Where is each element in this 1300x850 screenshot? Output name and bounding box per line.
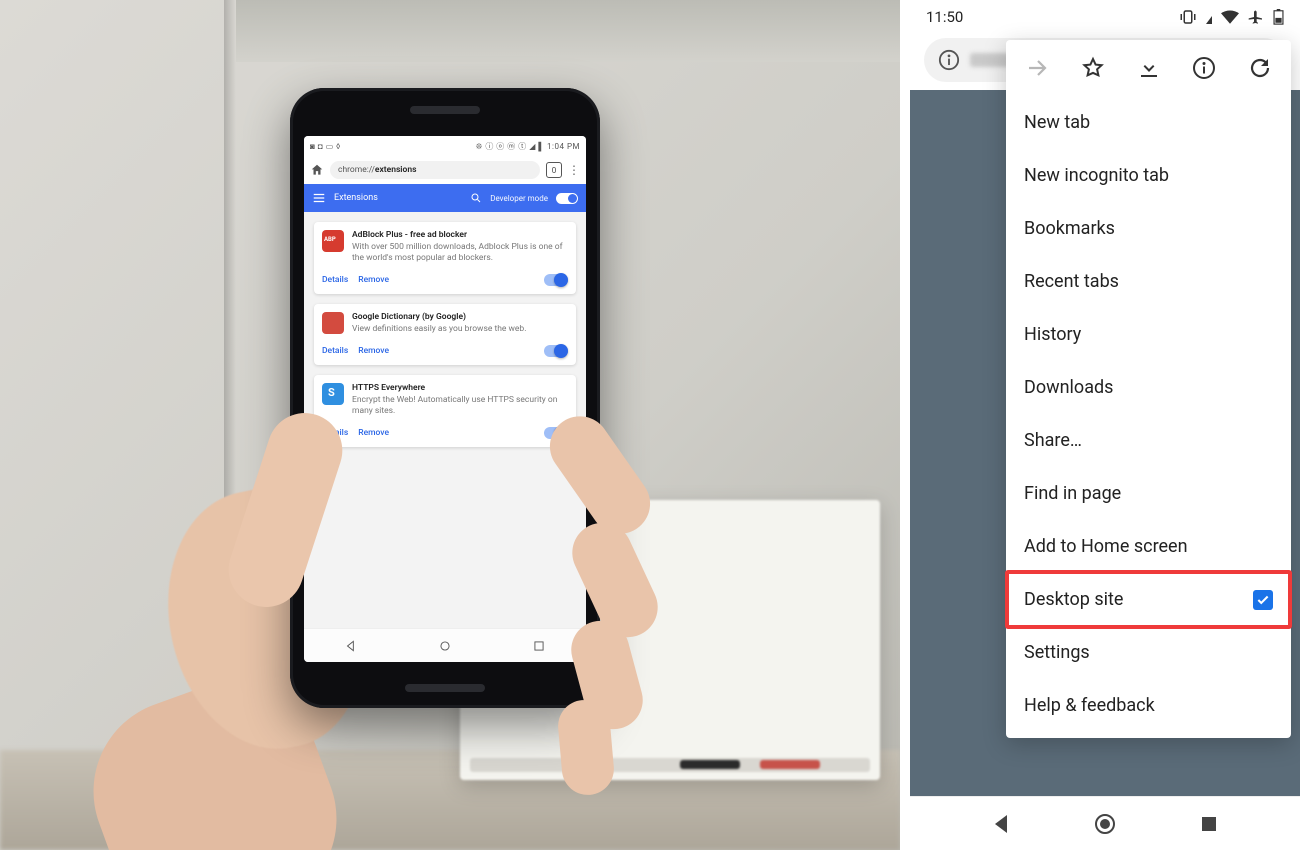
menu-item-label: Find in page bbox=[1024, 483, 1121, 504]
menu-item-recent-tabs[interactable]: Recent tabs bbox=[1006, 255, 1291, 308]
system-nav-bar bbox=[910, 796, 1300, 850]
menu-item-label: New tab bbox=[1024, 112, 1090, 133]
signal-dot-icon bbox=[1206, 10, 1212, 24]
extension-icon bbox=[322, 312, 344, 334]
remove-button[interactable]: Remove bbox=[358, 346, 389, 356]
status-bar: 11:50 bbox=[910, 0, 1300, 34]
download-button[interactable] bbox=[1136, 55, 1162, 81]
menu-dots-icon[interactable]: ⋮ bbox=[568, 165, 580, 175]
remove-button[interactable]: Remove bbox=[358, 275, 389, 285]
developer-mode-toggle[interactable] bbox=[556, 193, 578, 204]
menu-item-new-incognito-tab[interactable]: New incognito tab bbox=[1006, 149, 1291, 202]
page-info-button[interactable] bbox=[1191, 55, 1217, 81]
airplane-icon bbox=[1248, 9, 1264, 25]
remove-button[interactable]: Remove bbox=[358, 428, 389, 438]
menu-item-share[interactable]: Share… bbox=[1006, 414, 1291, 467]
menu-item-label: New incognito tab bbox=[1024, 165, 1169, 186]
menu-item-settings[interactable]: Settings bbox=[1006, 626, 1291, 679]
menu-item-label: Recent tabs bbox=[1024, 271, 1119, 292]
home-nav-icon[interactable] bbox=[1093, 812, 1117, 836]
menu-item-label: Settings bbox=[1024, 642, 1090, 663]
menu-item-desktop-site[interactable]: Desktop site bbox=[1006, 573, 1291, 626]
home-icon[interactable] bbox=[310, 163, 324, 177]
extensions-title: Extensions bbox=[334, 193, 378, 203]
system-nav-bar bbox=[304, 628, 586, 662]
extension-toggle[interactable] bbox=[544, 345, 568, 357]
forward-button[interactable] bbox=[1024, 55, 1050, 81]
check-icon bbox=[1256, 593, 1270, 607]
extensions-toolbar: Extensions Developer mode bbox=[304, 184, 586, 212]
url-bold: extensions bbox=[375, 165, 417, 175]
menu-item-label: Downloads bbox=[1024, 377, 1113, 398]
details-button[interactable]: Details bbox=[322, 346, 348, 356]
extension-card: AdBlock Plus - free ad blocker With over… bbox=[314, 222, 576, 294]
extension-toggle[interactable] bbox=[544, 427, 568, 439]
phone-device-left: ◙ ◘ ▭ ◊ ❊ ⓘ ⓞ ⓜ ⓣ ◢ ▌ 1:04 PM chrome://e… bbox=[290, 88, 600, 708]
back-icon[interactable] bbox=[344, 639, 358, 653]
extension-title: AdBlock Plus - free ad blocker bbox=[352, 230, 568, 240]
url-prefix: chrome:// bbox=[338, 165, 375, 175]
status-right: ❊ ⓘ ⓞ ⓜ ⓣ ◢ ▌ 1:04 PM bbox=[476, 141, 580, 152]
menu-item-bookmarks[interactable]: Bookmarks bbox=[1006, 202, 1291, 255]
status-bar: ◙ ◘ ▭ ◊ ❊ ⓘ ⓞ ⓜ ⓣ ◢ ▌ 1:04 PM bbox=[304, 136, 586, 156]
info-icon bbox=[1192, 56, 1216, 80]
desktop-site-checkbox[interactable] bbox=[1253, 590, 1273, 610]
menu-item-label: Add to Home screen bbox=[1024, 536, 1188, 557]
menu-item-label: Bookmarks bbox=[1024, 218, 1115, 239]
status-time: 11:50 bbox=[926, 8, 963, 26]
menu-item-label: Share… bbox=[1024, 430, 1082, 451]
extension-toggle[interactable] bbox=[544, 274, 568, 286]
menu-item-label: Help & feedback bbox=[1024, 695, 1155, 716]
back-icon[interactable] bbox=[990, 812, 1014, 836]
extension-card: HTTPS Everywhere Encrypt the Web! Automa… bbox=[314, 375, 576, 447]
menu-item-label: Desktop site bbox=[1024, 589, 1123, 610]
menu-item-add-to-home-screen[interactable]: Add to Home screen bbox=[1006, 520, 1291, 573]
hamburger-icon[interactable] bbox=[312, 191, 326, 205]
extension-card: Google Dictionary (by Google) View defin… bbox=[314, 304, 576, 365]
url-row: chrome://extensions 0 ⋮ bbox=[304, 156, 586, 184]
menu-item-new-tab[interactable]: New tab bbox=[1006, 96, 1291, 149]
menu-item-history[interactable]: History bbox=[1006, 308, 1291, 361]
extension-desc: View definitions easily as you browse th… bbox=[352, 324, 526, 335]
forward-arrow-icon bbox=[1025, 56, 1049, 80]
status-left: ◙ ◘ ▭ ◊ bbox=[310, 142, 341, 151]
details-button[interactable]: Details bbox=[322, 275, 348, 285]
menu-item-label: History bbox=[1024, 324, 1081, 345]
extension-desc: Encrypt the Web! Automatically use HTTPS… bbox=[352, 395, 568, 417]
reload-icon bbox=[1248, 56, 1272, 80]
extension-desc: With over 500 million downloads, Adblock… bbox=[352, 242, 568, 264]
tab-count[interactable]: 0 bbox=[546, 162, 562, 178]
menu-item-help-feedback[interactable]: Help & feedback bbox=[1006, 679, 1291, 732]
menu-item-downloads[interactable]: Downloads bbox=[1006, 361, 1291, 414]
menu-item-find-in-page[interactable]: Find in page bbox=[1006, 467, 1291, 520]
extension-title: HTTPS Everywhere bbox=[352, 383, 568, 393]
developer-mode-label: Developer mode bbox=[490, 194, 548, 203]
extension-icon bbox=[322, 230, 344, 252]
wifi-icon bbox=[1221, 10, 1239, 24]
photo-background: ◙ ◘ ▭ ◊ ❊ ⓘ ⓞ ⓜ ⓣ ◢ ▌ 1:04 PM chrome://e… bbox=[0, 0, 900, 850]
search-icon[interactable] bbox=[470, 192, 482, 204]
reload-button[interactable] bbox=[1247, 55, 1273, 81]
menu-icon-row bbox=[1006, 40, 1291, 96]
url-bar[interactable]: chrome://extensions bbox=[330, 161, 540, 179]
recents-icon[interactable] bbox=[1197, 812, 1221, 836]
details-button[interactable]: Details bbox=[322, 428, 348, 438]
extension-cards: AdBlock Plus - free ad blocker With over… bbox=[304, 212, 586, 457]
home-nav-icon[interactable] bbox=[438, 639, 452, 653]
vibrate-icon bbox=[1179, 9, 1197, 25]
recents-icon[interactable] bbox=[532, 639, 546, 653]
extension-icon bbox=[322, 383, 344, 405]
phone-screen-left: ◙ ◘ ▭ ◊ ❊ ⓘ ⓞ ⓜ ⓣ ◢ ▌ 1:04 PM chrome://e… bbox=[304, 136, 586, 662]
site-info-icon[interactable] bbox=[938, 49, 960, 71]
extension-title: Google Dictionary (by Google) bbox=[352, 312, 526, 322]
chrome-overflow-menu: New tab New incognito tab Bookmarks Recent … bbox=[1006, 40, 1291, 738]
battery-icon bbox=[1273, 9, 1284, 25]
download-icon bbox=[1137, 56, 1161, 80]
bookmark-button[interactable] bbox=[1080, 55, 1106, 81]
star-icon bbox=[1081, 56, 1105, 80]
